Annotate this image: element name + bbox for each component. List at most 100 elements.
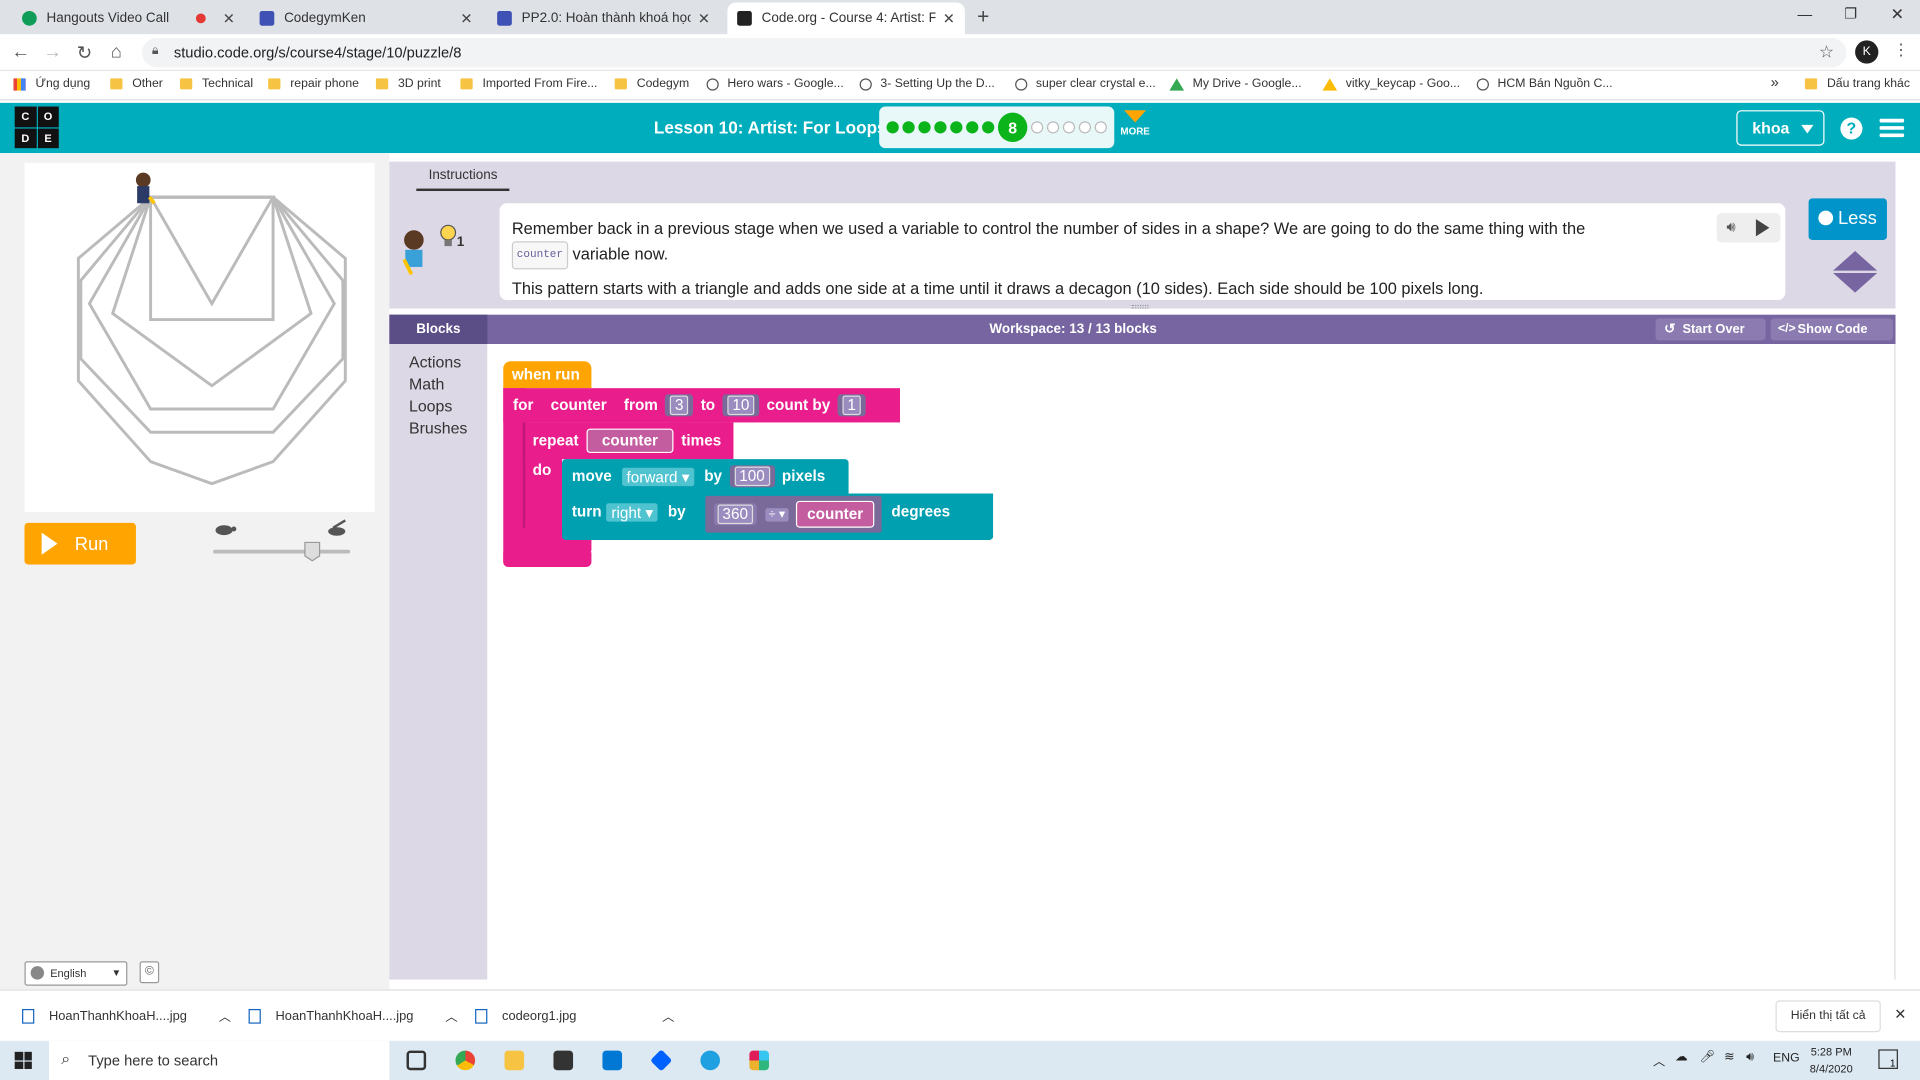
download-item[interactable]: HoanThanhKhoaH....jpg ︿ bbox=[248, 1007, 458, 1025]
volume-icon[interactable]: 🔊︎ bbox=[1746, 1051, 1754, 1064]
bookmark-3d-print[interactable]: 3D print bbox=[375, 77, 441, 91]
turn-divisor-variable[interactable]: counter bbox=[796, 500, 875, 528]
to-value[interactable]: 10 bbox=[727, 395, 755, 416]
puzzle-dot-upcoming[interactable] bbox=[1078, 121, 1092, 134]
start-over-button[interactable]: ↺ Start Over bbox=[1655, 318, 1766, 341]
browser-menu-icon[interactable]: ⋮ bbox=[1893, 40, 1909, 60]
profile-avatar[interactable]: K bbox=[1855, 40, 1879, 64]
tab-hangouts[interactable]: Hangouts Video Call ✕ bbox=[12, 2, 245, 34]
close-tab-icon[interactable]: ✕ bbox=[223, 10, 235, 27]
tab-codegymken[interactable]: CodegymKen ✕ bbox=[250, 2, 483, 34]
slider-thumb[interactable] bbox=[304, 541, 321, 562]
chevron-up-icon[interactable]: ︿ bbox=[445, 1007, 457, 1024]
user-menu-button[interactable]: khoa bbox=[1736, 110, 1825, 146]
store-icon[interactable] bbox=[553, 1050, 574, 1071]
category-math[interactable]: Math bbox=[409, 373, 487, 395]
download-item[interactable]: codeorg1.jpg ︿ bbox=[475, 1007, 674, 1025]
forward-icon[interactable]: → bbox=[42, 42, 64, 63]
turn-block[interactable]: turn right ▾ by 360 ÷ ▾ counter degrees bbox=[562, 493, 994, 541]
hamburger-menu-icon[interactable] bbox=[1879, 118, 1905, 139]
file-explorer-icon[interactable] bbox=[504, 1050, 525, 1071]
operator-dropdown[interactable]: ÷ ▾ bbox=[765, 507, 789, 522]
mail-icon[interactable] bbox=[602, 1050, 623, 1071]
speed-slider[interactable] bbox=[213, 518, 351, 562]
lesson-title[interactable]: Lesson 10: Artist: For Loops bbox=[654, 118, 887, 138]
more-button[interactable]: MORE bbox=[1119, 110, 1151, 137]
bookmark-repair-phone[interactable]: repair phone bbox=[268, 77, 359, 91]
from-value[interactable]: 3 bbox=[670, 395, 689, 416]
puzzle-dot-completed[interactable] bbox=[902, 121, 915, 134]
help-icon[interactable]: ? bbox=[1840, 117, 1863, 140]
puzzle-dot-completed[interactable] bbox=[982, 121, 995, 134]
notifications-icon[interactable]: 1 bbox=[1878, 1049, 1898, 1069]
back-icon[interactable]: ← bbox=[10, 42, 32, 63]
from-number-block[interactable]: 3 bbox=[665, 394, 694, 417]
input-language[interactable]: ENG bbox=[1773, 1052, 1800, 1065]
move-direction-dropdown[interactable]: forward ▾ bbox=[621, 467, 695, 486]
bookmarks-overflow[interactable]: » bbox=[1771, 73, 1779, 90]
home-icon[interactable]: ⌂ bbox=[105, 42, 127, 63]
to-number-block[interactable]: 10 bbox=[722, 394, 760, 417]
restore-icon[interactable]: ❐ bbox=[1844, 5, 1857, 22]
close-tab-icon[interactable]: ✕ bbox=[698, 10, 710, 27]
bookmark-other[interactable]: Other bbox=[110, 77, 163, 91]
star-icon[interactable]: ☆ bbox=[1819, 42, 1834, 63]
show-all-downloads-button[interactable]: Hiển thị tất cả bbox=[1775, 1000, 1881, 1033]
puzzle-dot-completed[interactable] bbox=[950, 121, 963, 134]
bookmark-hero-wars[interactable]: Hero wars - Google... bbox=[706, 77, 844, 91]
bookmark-crystal[interactable]: super clear crystal e... bbox=[1015, 77, 1156, 91]
puzzle-dot-upcoming[interactable] bbox=[1046, 121, 1060, 134]
edge-icon[interactable] bbox=[700, 1050, 721, 1071]
for-variable[interactable]: counter bbox=[543, 396, 614, 416]
close-download-bar-icon[interactable]: ✕ bbox=[1894, 1005, 1906, 1022]
resize-arrows-icon[interactable] bbox=[1833, 251, 1878, 293]
repeat-block[interactable]: repeat counter times bbox=[522, 422, 734, 460]
puzzle-dot-upcoming[interactable] bbox=[1062, 121, 1076, 134]
wifi-icon[interactable]: ≋ bbox=[1724, 1051, 1734, 1064]
less-button[interactable]: Less bbox=[1808, 198, 1887, 241]
dropbox-icon[interactable] bbox=[650, 1049, 673, 1072]
other-bookmarks[interactable]: Dấu trang khác bbox=[1804, 77, 1910, 91]
category-actions[interactable]: Actions bbox=[409, 351, 487, 373]
speaker-icon[interactable]: 🔊︎ bbox=[1727, 218, 1736, 236]
windows-start-icon[interactable] bbox=[14, 1051, 32, 1069]
tab-pp2[interactable]: PP2.0: Hoàn thành khoá học 4 trên... ✕ bbox=[487, 2, 720, 34]
hint-lightbulb[interactable]: 1 bbox=[438, 223, 470, 257]
close-window-icon[interactable]: ✕ bbox=[1891, 5, 1904, 25]
category-brushes[interactable]: Brushes bbox=[409, 418, 487, 440]
when-run-block[interactable]: when run bbox=[503, 361, 592, 389]
divide-block[interactable]: 360 ÷ ▾ counter bbox=[705, 495, 882, 533]
puzzle-dot-completed[interactable] bbox=[934, 121, 947, 134]
chevron-up-icon[interactable]: ︿ bbox=[662, 1007, 674, 1024]
tab-codeorg[interactable]: Code.org - Course 4: Artist: For L... ✕ bbox=[727, 2, 965, 35]
puzzle-dot-completed[interactable] bbox=[966, 121, 979, 134]
count-by-number-block[interactable]: 1 bbox=[837, 394, 866, 417]
slider-track[interactable] bbox=[213, 549, 351, 554]
bookmark-apps[interactable]: Ứng dụng bbox=[13, 77, 90, 91]
puzzle-dot-completed[interactable] bbox=[886, 121, 899, 134]
count-by-value[interactable]: 1 bbox=[842, 395, 861, 416]
move-distance[interactable]: 100 bbox=[734, 466, 770, 487]
download-item[interactable]: HoanThanhKhoaH....jpg ︿ bbox=[22, 1007, 231, 1025]
reload-icon[interactable]: ↻ bbox=[73, 42, 95, 64]
slack-icon[interactable] bbox=[749, 1050, 769, 1071]
minimize-icon[interactable]: — bbox=[1798, 6, 1813, 23]
show-code-button[interactable]: </> Show Code bbox=[1770, 318, 1894, 341]
play-audio-icon[interactable] bbox=[1755, 219, 1770, 237]
close-tab-icon[interactable]: ✕ bbox=[460, 10, 472, 27]
puzzle-dot-completed[interactable] bbox=[918, 121, 931, 134]
move-number-block[interactable]: 100 bbox=[729, 465, 775, 488]
puzzle-dot-upcoming[interactable] bbox=[1094, 121, 1107, 134]
repeat-variable[interactable]: counter bbox=[585, 428, 674, 454]
turn-dividend[interactable]: 360 bbox=[717, 504, 753, 525]
copyright-button[interactable]: © bbox=[139, 961, 160, 984]
close-tab-icon[interactable]: ✕ bbox=[943, 10, 955, 27]
language-select[interactable]: English ▼ bbox=[24, 961, 128, 986]
bookmark-vitky[interactable]: vitky_keycap - Goo... bbox=[1322, 77, 1460, 91]
url-field[interactable]: 🔒︎ studio.code.org/s/course4/stage/10/pu… bbox=[142, 37, 1847, 68]
task-view-icon[interactable] bbox=[406, 1050, 427, 1071]
category-loops[interactable]: Loops bbox=[409, 396, 487, 418]
taskbar-clock[interactable]: 5:28 PM 8/4/2020 bbox=[1810, 1043, 1853, 1077]
new-tab-button[interactable]: + bbox=[977, 5, 989, 29]
turn-direction-dropdown[interactable]: right ▾ bbox=[606, 503, 659, 522]
